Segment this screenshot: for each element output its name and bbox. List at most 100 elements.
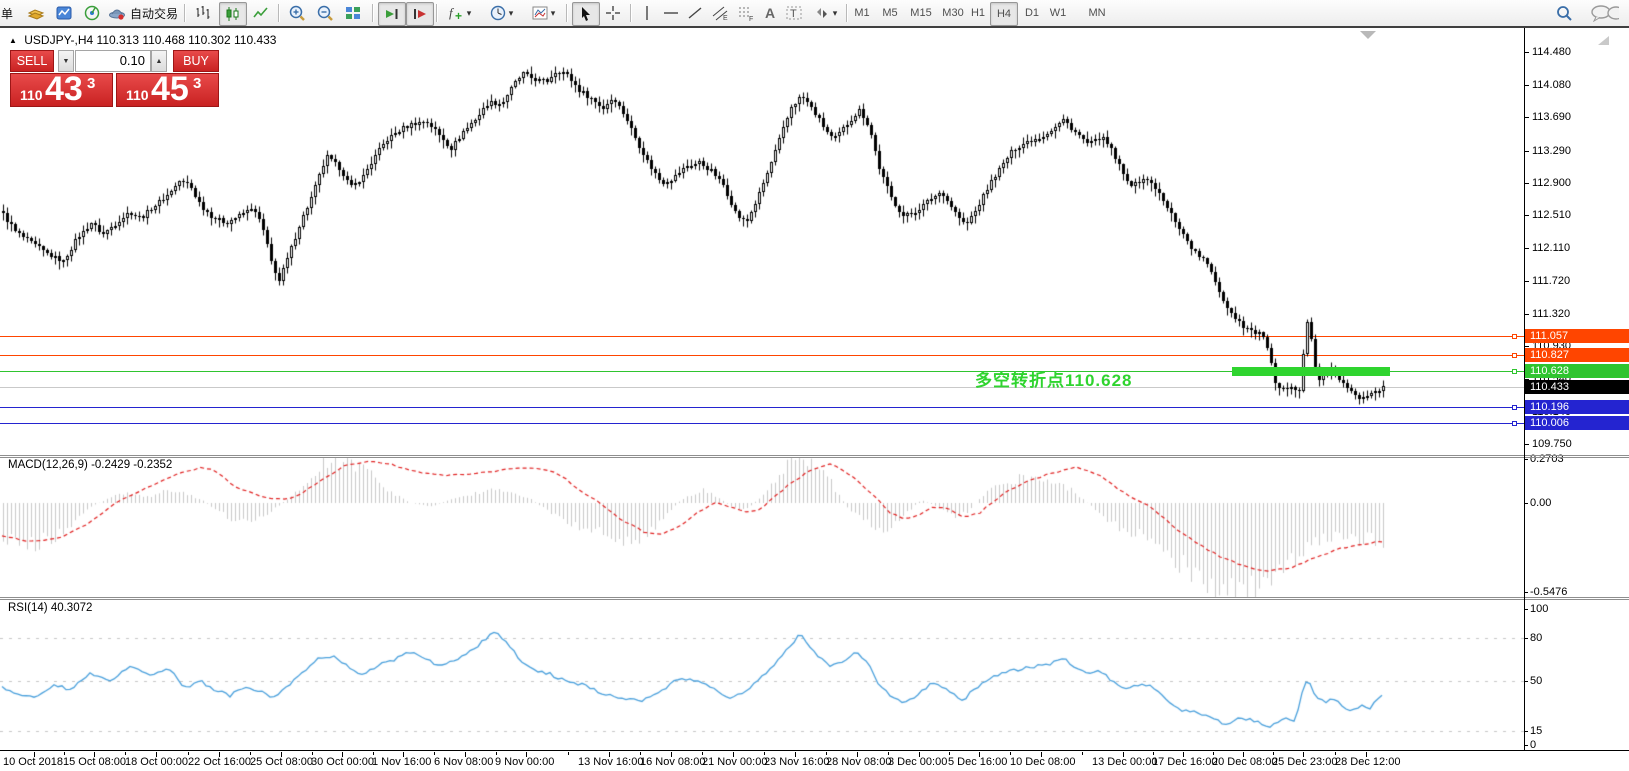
rsi-panel-canvas[interactable] [0, 600, 1524, 750]
dropdown-arrow-icon[interactable]: ▾ [833, 8, 838, 19]
chat-button[interactable] [1584, 2, 1624, 24]
volume-down-button[interactable]: ▼ [58, 50, 74, 72]
periods-button[interactable]: ▾ [484, 2, 518, 24]
timeframe-button-h1[interactable]: H1 [966, 2, 990, 24]
time-label: 28 Nov 08:00 [826, 756, 891, 768]
signal-button[interactable] [80, 2, 104, 24]
channel-button[interactable]: E [708, 2, 732, 24]
signal-icon [83, 4, 101, 22]
line-handle[interactable] [1512, 421, 1517, 426]
time-axis-border [0, 750, 1629, 751]
price-level-label-110.827: 110.827 [1525, 348, 1629, 362]
periods-icon [489, 4, 507, 22]
market-chart-button[interactable] [52, 2, 76, 24]
line-handle[interactable] [1512, 334, 1517, 339]
templates-button[interactable]: ▾ [526, 2, 560, 24]
toolbar-separator [436, 4, 438, 22]
volume-input[interactable]: 0.10 [75, 50, 151, 72]
buy-price-base: 110 [126, 87, 149, 103]
arrows-button[interactable]: ▾ [808, 2, 842, 24]
time-label: 30 Oct 00:00 [311, 756, 374, 768]
line-handle[interactable] [1512, 353, 1517, 358]
line-handle[interactable] [1512, 405, 1517, 410]
zoom-in-icon [288, 4, 306, 22]
buy-price-point: 3 [193, 75, 201, 92]
crosshair-button[interactable] [600, 2, 626, 24]
dropdown-arrow-icon[interactable]: ▾ [551, 8, 556, 19]
price-tick-label: 113.290 [1532, 145, 1571, 157]
timeframe-button-m15[interactable]: M15 [906, 2, 936, 24]
macd-panel-canvas[interactable] [0, 457, 1524, 597]
line-chart-button[interactable] [248, 2, 274, 24]
time-label: 22 Oct 16:00 [188, 756, 251, 768]
macd-scale-label: 0.00 [1530, 497, 1551, 509]
indicators-button[interactable]: f+ ▾ [442, 2, 476, 24]
toolbar-separator [566, 4, 568, 22]
timeframe-button-mn[interactable]: MN [1084, 2, 1110, 24]
label-button[interactable]: T [782, 2, 806, 24]
trendline-button[interactable] [684, 2, 706, 24]
support-resistance-bar[interactable] [1232, 367, 1390, 376]
autotrading-button[interactable] [106, 2, 128, 24]
autotrading-label: 自动交易 [128, 2, 180, 24]
buy-price-button[interactable]: 110 45 3 [116, 73, 219, 107]
time-tick-minor [826, 752, 827, 755]
bar-chart-button[interactable] [190, 2, 216, 24]
macd-label: MACD(12,26,9) -0.2429 -0.2352 [8, 459, 172, 471]
buy-header-button[interactable]: BUY [173, 50, 219, 72]
text-button[interactable]: A [760, 2, 780, 24]
timeframe-button-d1[interactable]: D1 [1020, 2, 1044, 24]
line-handle[interactable] [1512, 369, 1517, 374]
toolbar: 单 自动交易 [0, 0, 1629, 28]
chart-shift-button[interactable] [406, 2, 434, 26]
dropdown-arrow-icon[interactable]: ▾ [467, 8, 472, 19]
dropdown-arrow-icon[interactable]: ▾ [509, 8, 514, 19]
timeframe-label: W1 [1050, 7, 1067, 19]
rsi-scale-label: 80 [1530, 632, 1542, 644]
timeframe-button-h4[interactable]: H4 [990, 2, 1018, 26]
collapse-arrow-icon[interactable]: ▲ [9, 36, 17, 45]
search-button[interactable] [1552, 2, 1576, 24]
time-tick [795, 752, 796, 757]
chart-shift-marker-icon[interactable] [1360, 31, 1376, 39]
price-chart-canvas[interactable] [0, 28, 1524, 455]
volume-up-button[interactable]: ▲ [151, 50, 167, 72]
timeframe-label: D1 [1025, 7, 1039, 19]
svg-text:T: T [790, 8, 797, 20]
horizontal-line-button[interactable] [660, 2, 682, 24]
chat-icon [1589, 4, 1619, 22]
rsi-label: RSI(14) 40.3072 [8, 602, 92, 614]
time-label: 15 Oct 08:00 [63, 756, 126, 768]
timeframe-label: H4 [997, 8, 1011, 20]
panel-separator[interactable] [0, 597, 1629, 598]
time-tick-minor [949, 752, 950, 755]
cursor-button[interactable] [572, 2, 600, 26]
svg-text:F: F [749, 16, 753, 22]
tile-windows-button[interactable] [340, 2, 366, 24]
svg-text:+: + [455, 9, 462, 22]
sell-price-button[interactable]: 110 43 3 [10, 73, 113, 107]
vertical-line-button[interactable] [636, 2, 658, 24]
candlestick-chart-button[interactable] [219, 2, 247, 26]
time-tick [1366, 752, 1367, 757]
toolbar-separator [278, 4, 280, 22]
fibonacci-button[interactable]: F [734, 2, 758, 24]
time-tick [857, 752, 858, 757]
panel-separator[interactable] [0, 455, 1629, 456]
zoom-in-button[interactable] [284, 2, 310, 24]
timeframe-button-m1[interactable]: M1 [850, 2, 874, 24]
timeframe-button-m30[interactable]: M30 [938, 2, 968, 24]
auto-scroll-button[interactable] [378, 2, 406, 26]
gold-bar-button[interactable] [24, 2, 48, 24]
timeframe-button-w1[interactable]: W1 [1046, 2, 1070, 24]
new-order-button[interactable]: 单 [0, 2, 14, 24]
sell-price-pips: 43 [45, 73, 83, 107]
time-tick-minor [312, 752, 313, 755]
time-tick-minor [1082, 752, 1083, 755]
zoom-out-button[interactable] [312, 2, 338, 24]
new-order-label: 单 [1, 5, 13, 22]
sell-header-button[interactable]: SELL [10, 50, 54, 72]
time-tick-minor [496, 752, 497, 755]
time-tick-minor [568, 752, 569, 755]
timeframe-button-m5[interactable]: M5 [878, 2, 902, 24]
